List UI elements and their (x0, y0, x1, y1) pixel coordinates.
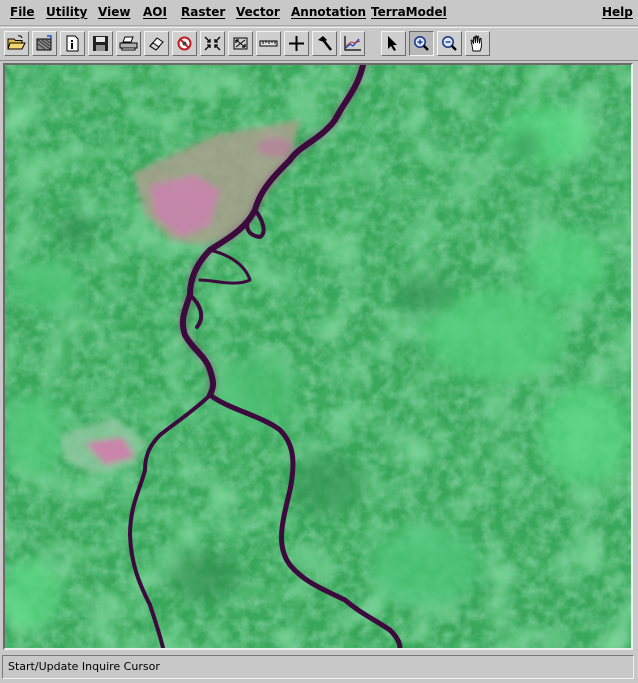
eraser-button[interactable] (144, 31, 169, 56)
zoom-out-button[interactable] (437, 31, 462, 56)
arrow-pointer-icon (388, 36, 397, 51)
print-icon (119, 36, 138, 51)
chart-icon (344, 36, 361, 51)
zoom-in-button[interactable] (409, 31, 434, 56)
satellite-false-color-image (5, 65, 631, 648)
menu-file[interactable]: File (10, 5, 35, 19)
chart-button[interactable] (340, 31, 365, 56)
open-layer-icon (36, 35, 52, 51)
pan-button[interactable] (465, 31, 490, 56)
zoom-out-icon (442, 36, 457, 51)
zoom-fit-button[interactable] (200, 31, 225, 56)
zoom-extent-icon (233, 37, 248, 50)
inquire-cursor-button[interactable] (284, 31, 309, 56)
menu-help[interactable]: Help (602, 5, 633, 19)
menu-utility[interactable]: Utility (46, 5, 87, 19)
raster-viewer[interactable] (3, 63, 633, 650)
open-folder-icon (7, 35, 26, 50)
menu-bar: File Utility View AOI Raster Vector Anno… (0, 0, 638, 26)
measure-button[interactable] (256, 31, 281, 56)
menu-annotation[interactable]: Annotation (291, 5, 366, 19)
zoom-fit-icon (204, 36, 221, 51)
save-button[interactable] (88, 31, 113, 56)
eraser-icon (149, 37, 164, 51)
print-button[interactable] (116, 31, 141, 56)
status-message: Start/Update Inquire Cursor (8, 660, 160, 673)
toolbar (0, 27, 638, 61)
zoom-in-icon (414, 36, 429, 51)
zoom-extent-button[interactable] (228, 31, 253, 56)
pan-hand-icon (470, 35, 482, 52)
hammer-icon (318, 36, 332, 51)
open-layer-button[interactable] (32, 31, 57, 56)
select-pointer-button[interactable] (381, 31, 406, 56)
inquire-cursor-icon (289, 36, 304, 51)
info-icon (66, 35, 79, 52)
measure-ruler-icon (259, 40, 278, 47)
open-folder-button[interactable] (4, 31, 29, 56)
tools-button[interactable] (312, 31, 337, 56)
menu-raster[interactable]: Raster (181, 5, 225, 19)
menu-terramodel[interactable]: TerraModel (371, 5, 447, 19)
menu-view[interactable]: View (98, 5, 130, 19)
clear-view-icon (177, 36, 192, 51)
status-bar: Start/Update Inquire Cursor (2, 655, 634, 679)
menu-aoi[interactable]: AOI (143, 5, 167, 19)
save-icon (93, 36, 108, 51)
menu-vector[interactable]: Vector (236, 5, 280, 19)
layer-info-button[interactable] (60, 31, 85, 56)
clear-view-button[interactable] (172, 31, 197, 56)
